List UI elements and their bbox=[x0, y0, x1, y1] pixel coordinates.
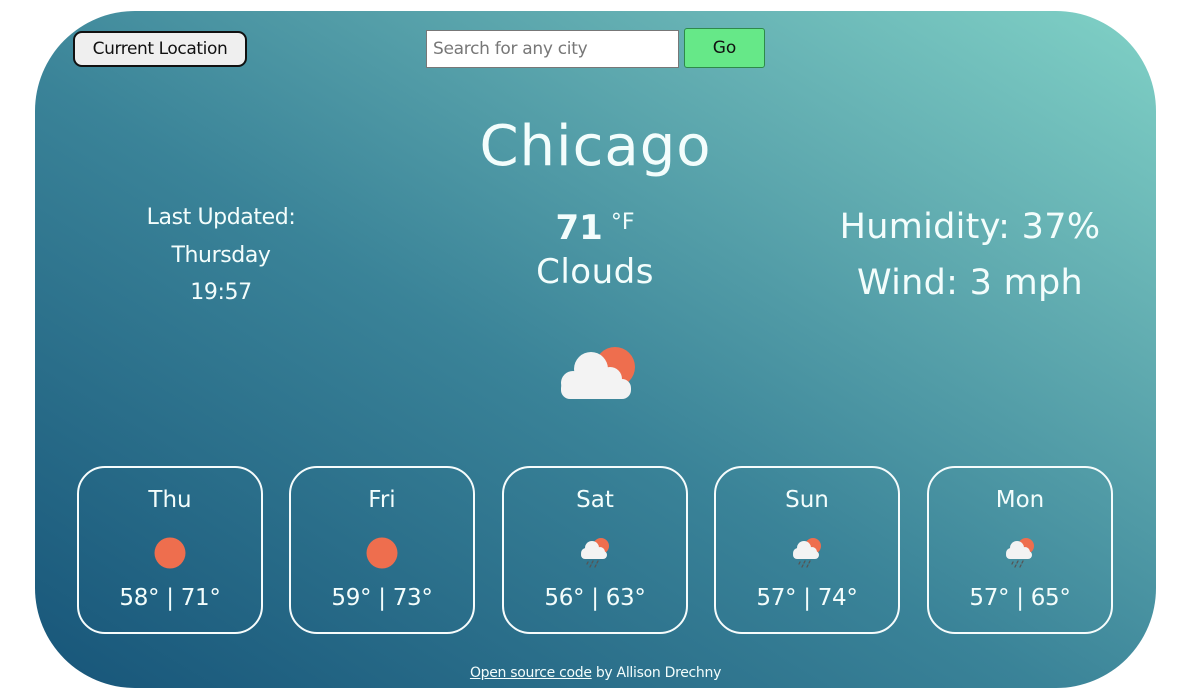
forecast-day-name: Sat bbox=[576, 487, 614, 513]
current-location-button[interactable]: Current Location bbox=[73, 31, 247, 67]
forecast-temperatures: 56° | 63° bbox=[544, 585, 646, 611]
weather-condition: Clouds bbox=[536, 252, 654, 292]
footer-author: by Allison Drechny bbox=[591, 665, 722, 681]
forecast-day-name: Thu bbox=[148, 487, 192, 513]
sun-icon bbox=[152, 535, 188, 571]
forecast-temperatures: 58° | 71° bbox=[119, 585, 221, 611]
forecast-list: Thu 58° | 71° Fri 59° | 73° Sat 56° | 63… bbox=[77, 466, 1114, 634]
forecast-temperatures: 59° | 73° bbox=[331, 585, 433, 611]
temperature-unit[interactable]: °F bbox=[611, 210, 635, 235]
rain-cloud-sun-icon bbox=[789, 535, 825, 571]
weather-stats: Humidity: 37% Wind: 3 mph bbox=[805, 199, 1135, 311]
city-name: Chicago bbox=[479, 114, 712, 179]
humidity: Humidity: 37% bbox=[839, 207, 1101, 247]
cloud-sun-icon bbox=[553, 343, 639, 403]
sun-icon bbox=[364, 535, 400, 571]
forecast-day-name: Fri bbox=[368, 487, 396, 513]
last-updated-day: Thursday bbox=[171, 242, 271, 268]
last-updated-time: 19:57 bbox=[190, 280, 252, 305]
forecast-day-card: Thu 58° | 71° bbox=[77, 466, 263, 634]
current-temperature: 71 bbox=[555, 208, 603, 248]
city-search-input[interactable] bbox=[426, 30, 679, 68]
weather-app-card: Current Location Go Chicago Last Updated… bbox=[35, 11, 1156, 688]
current-temperature-block: 71 °F Clouds bbox=[495, 201, 695, 299]
last-updated: Last Updated: Thursday 19:57 bbox=[121, 199, 321, 312]
rain-cloud-sun-icon bbox=[577, 535, 613, 571]
forecast-day-card: Sun 57° | 74° bbox=[714, 466, 900, 634]
rain-cloud-sun-icon bbox=[1002, 535, 1038, 571]
wind: Wind: 3 mph bbox=[856, 263, 1084, 303]
forecast-day-card: Mon 57° | 65° bbox=[927, 466, 1113, 634]
go-button[interactable]: Go bbox=[684, 28, 765, 68]
forecast-temperatures: 57° | 65° bbox=[969, 585, 1071, 611]
open-source-code-link[interactable]: Open source code bbox=[470, 665, 592, 681]
forecast-temperatures: 57° | 74° bbox=[756, 585, 858, 611]
last-updated-label: Last Updated: bbox=[146, 205, 296, 230]
forecast-day-card: Sat 56° | 63° bbox=[502, 466, 688, 634]
forecast-day-card: Fri 59° | 73° bbox=[289, 466, 475, 634]
forecast-day-name: Mon bbox=[995, 487, 1045, 513]
footer: Open source code by Allison Drechny bbox=[35, 665, 1156, 681]
forecast-day-name: Sun bbox=[785, 487, 829, 513]
